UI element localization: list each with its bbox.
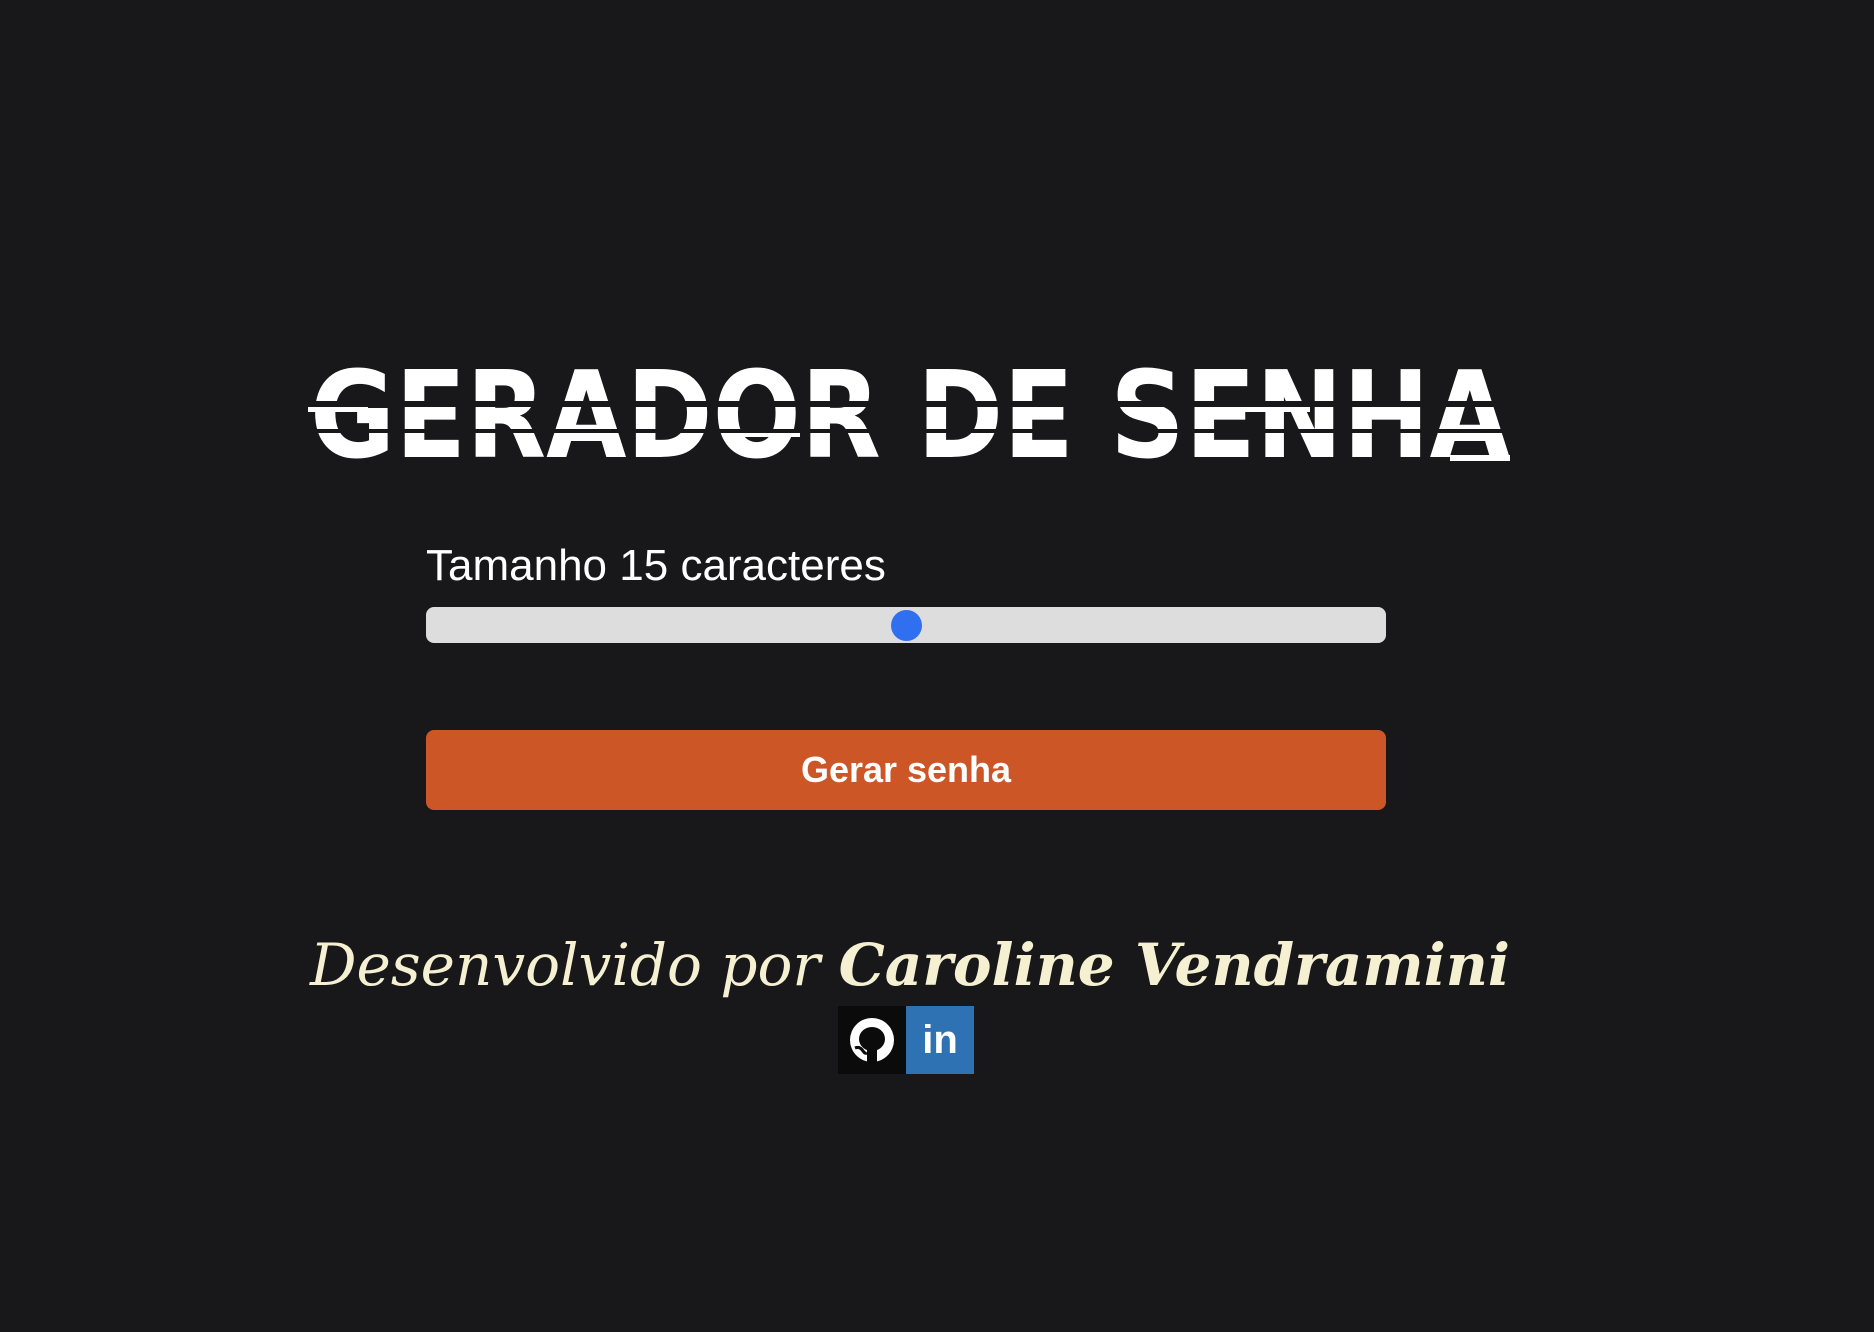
page: GERADOR DE SENHA Tamanho 15 caracteres G… [0, 0, 1874, 1332]
length-label-suffix: caracteres [680, 541, 886, 590]
glitch-fragment [1230, 407, 1310, 412]
social-links: in [838, 1006, 974, 1074]
title-graphic: GERADOR DE SENHA [300, 347, 1520, 485]
glitch-fragment [730, 433, 800, 437]
length-slider[interactable] [426, 607, 1386, 643]
page-title: GERADOR DE SENHA [310, 347, 1510, 485]
length-value: 15 [619, 541, 669, 590]
github-icon [850, 1018, 894, 1062]
length-label-prefix: Tamanho [426, 541, 608, 590]
glitch-fragment [1450, 455, 1510, 461]
linkedin-icon: in [922, 1018, 958, 1062]
linkedin-icon-text: in [922, 1018, 958, 1062]
glitch-slice [300, 429, 1520, 433]
title-area: GERADOR DE SENHA [300, 345, 1520, 485]
glitch-slice [300, 401, 1520, 407]
credit-prefix: Desenvolvido por [310, 931, 821, 999]
author-name: Caroline Vendramini [838, 931, 1510, 999]
glitch-fragment [308, 407, 368, 412]
linkedin-link[interactable]: in [906, 1006, 974, 1074]
generate-password-button[interactable]: Gerar senha [426, 730, 1386, 810]
github-link[interactable] [838, 1006, 906, 1074]
slider-thumb[interactable] [891, 610, 922, 641]
length-label: Tamanho 15 caracteres [426, 538, 886, 594]
credit-line: Desenvolvido por Caroline Vendramini [300, 920, 1520, 1010]
